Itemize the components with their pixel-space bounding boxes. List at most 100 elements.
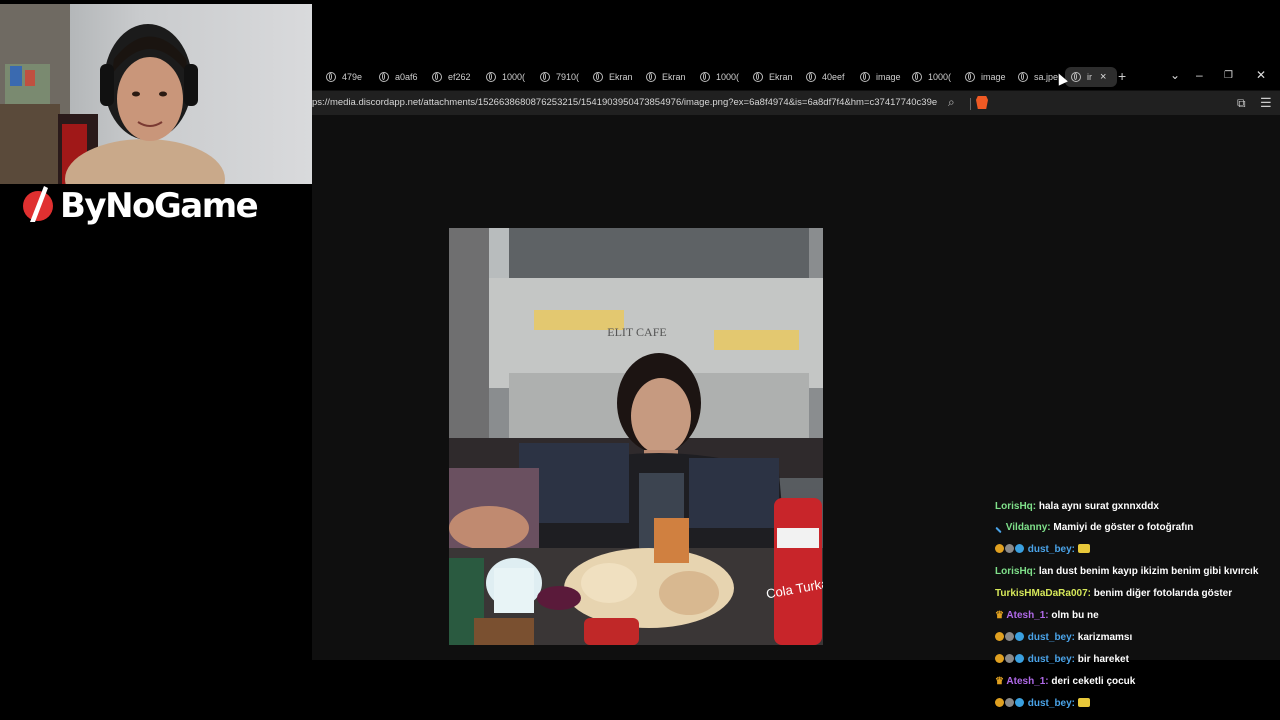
tab-11[interactable]: image xyxy=(860,67,904,87)
zoom-icon[interactable]: ⌕ xyxy=(948,95,955,110)
tab-label: image xyxy=(876,72,901,82)
tab-7[interactable]: Ekran xyxy=(646,67,690,87)
chat-text: Mamiyi de göster o fotoğrafın xyxy=(1053,522,1194,533)
chat-message: ♛ Atesh_1: olm bu ne xyxy=(995,609,1099,623)
tab-bar: 479e a0af6 ef262 1000( 7910( Ekran Ekran… xyxy=(312,62,1280,90)
tab-13[interactable]: image xyxy=(965,67,1009,87)
globe-icon xyxy=(486,72,496,82)
globe-icon xyxy=(379,72,389,82)
webcam-image xyxy=(0,4,225,184)
tab-2[interactable]: a0af6 xyxy=(379,67,423,87)
tab-active[interactable]: ir × xyxy=(1065,67,1117,87)
sword-badge-icon xyxy=(995,526,1002,534)
bynogame-logo: ByNoGame xyxy=(22,184,259,228)
tab-1[interactable]: 479e xyxy=(326,67,370,87)
blue-badge-icon xyxy=(1015,698,1024,707)
blue-badge-icon xyxy=(1015,544,1024,553)
cafe-sign: ELIT CAFE xyxy=(607,325,666,339)
gold-badge-icon xyxy=(995,632,1004,641)
chat-username: Vildanny: xyxy=(1005,522,1051,533)
chat-text: benim diğer fotolarıda göster xyxy=(1093,588,1233,599)
stream-chat: LorisHq: hala aynı surat gxnnxddx Vildan… xyxy=(990,498,1272,720)
emote-icon xyxy=(1077,544,1090,553)
emote-icon xyxy=(1077,698,1090,707)
restore-icon[interactable]: ❐ xyxy=(1224,70,1233,81)
chat-username: dust_bey: xyxy=(1027,698,1076,709)
chat-username: dust_bey: xyxy=(1027,632,1076,643)
chat-text: hala aynı surat gxnnxddx xyxy=(1038,501,1159,512)
address-bar[interactable]: ps://media.discordapp.net/attachments/15… xyxy=(312,91,1280,115)
tab-label: image xyxy=(981,72,1006,82)
brave-shields-icon[interactable] xyxy=(976,96,988,109)
globe-icon xyxy=(432,72,442,82)
chat-username: LorisHq: xyxy=(995,566,1037,577)
tab-label: Ekran xyxy=(609,72,633,82)
gray-badge-icon xyxy=(1005,654,1014,663)
tab-6[interactable]: Ekran xyxy=(593,67,637,87)
globe-icon xyxy=(593,72,603,82)
chat-username: TurkisHMaDaRa007: xyxy=(995,588,1091,599)
close-window-icon[interactable]: ✕ xyxy=(1256,68,1266,82)
chat-username: dust_bey: xyxy=(1027,544,1076,555)
tab-label: ir xyxy=(1087,72,1092,82)
extensions-icon[interactable]: ⧉ xyxy=(1237,96,1246,111)
tab-label: Ekran xyxy=(662,72,686,82)
brand-name: ByNoGame xyxy=(60,186,259,226)
globe-icon xyxy=(860,72,870,82)
chat-message: dust_bey: karizmamsı xyxy=(995,631,1132,645)
menu-icon[interactable]: ☰ xyxy=(1260,95,1272,111)
close-tab-icon[interactable]: × xyxy=(1100,71,1106,83)
globe-icon xyxy=(912,72,922,82)
chat-username: Atesh_1: xyxy=(1006,676,1049,687)
tab-8[interactable]: 1000( xyxy=(700,67,744,87)
globe-icon xyxy=(753,72,763,82)
tab-9[interactable]: Ekran xyxy=(753,67,797,87)
webcam-feed xyxy=(0,4,312,184)
tab-label: 1000( xyxy=(502,72,526,82)
globe-icon xyxy=(540,72,550,82)
chat-text: karizmamsı xyxy=(1077,632,1133,643)
tab-label: a0af6 xyxy=(395,72,418,82)
chat-username: dust_bey: xyxy=(1027,654,1076,665)
tab-label: 1000( xyxy=(716,72,740,82)
chat-text: bir hareket xyxy=(1077,654,1129,665)
chat-message: dust_bey: xyxy=(995,697,1090,711)
tab-3[interactable]: ef262 xyxy=(432,67,476,87)
tab-10[interactable]: 40eef xyxy=(806,67,850,87)
chat-text: olm bu ne xyxy=(1051,610,1099,621)
globe-icon xyxy=(1071,72,1081,82)
minimize-icon[interactable]: – xyxy=(1196,68,1203,82)
gray-badge-icon xyxy=(1005,698,1014,707)
address-separator xyxy=(970,98,971,110)
crown-badge-icon: ♛ xyxy=(995,610,1004,621)
globe-icon xyxy=(700,72,710,82)
globe-icon xyxy=(326,72,336,82)
tab-label: 479e xyxy=(342,72,363,82)
new-tab-button[interactable]: + xyxy=(1118,68,1126,84)
chat-message: LorisHq: hala aynı surat gxnnxddx xyxy=(995,500,1159,514)
chat-message: ♛ Atesh_1: deri ceketli çocuk xyxy=(995,675,1135,689)
tab-label: 1000( xyxy=(928,72,952,82)
blue-badge-icon xyxy=(1015,632,1024,641)
url-text[interactable]: ps://media.discordapp.net/attachments/15… xyxy=(312,97,937,108)
crown-badge-icon: ♛ xyxy=(995,676,1004,687)
chat-username: LorisHq: xyxy=(995,501,1037,512)
chat-text: deri ceketli çocuk xyxy=(1051,676,1136,687)
chat-message: Vildanny: Mamiyi de göster o fotoğrafın xyxy=(995,521,1193,535)
photo-scene: ELIT CAFE Cola Turka xyxy=(449,228,823,645)
tab-label: 40eef xyxy=(822,72,845,82)
chat-message: dust_bey: xyxy=(995,543,1090,557)
globe-icon xyxy=(965,72,975,82)
tab-5[interactable]: 7910( xyxy=(540,67,584,87)
chat-username: Atesh_1: xyxy=(1006,610,1049,621)
tab-label: Ekran xyxy=(769,72,793,82)
gold-badge-icon xyxy=(995,654,1004,663)
tab-12[interactable]: 1000( xyxy=(912,67,956,87)
chat-message: LorisHq: lan dust benim kayıp ikizim ben… xyxy=(995,565,1258,579)
tab-4[interactable]: 1000( xyxy=(486,67,530,87)
globe-icon xyxy=(1018,72,1028,82)
globe-icon xyxy=(646,72,656,82)
displayed-image: ELIT CAFE Cola Turka xyxy=(449,228,823,645)
blue-badge-icon xyxy=(1015,654,1024,663)
tab-list-chevron-icon[interactable]: ⌄ xyxy=(1170,68,1180,82)
